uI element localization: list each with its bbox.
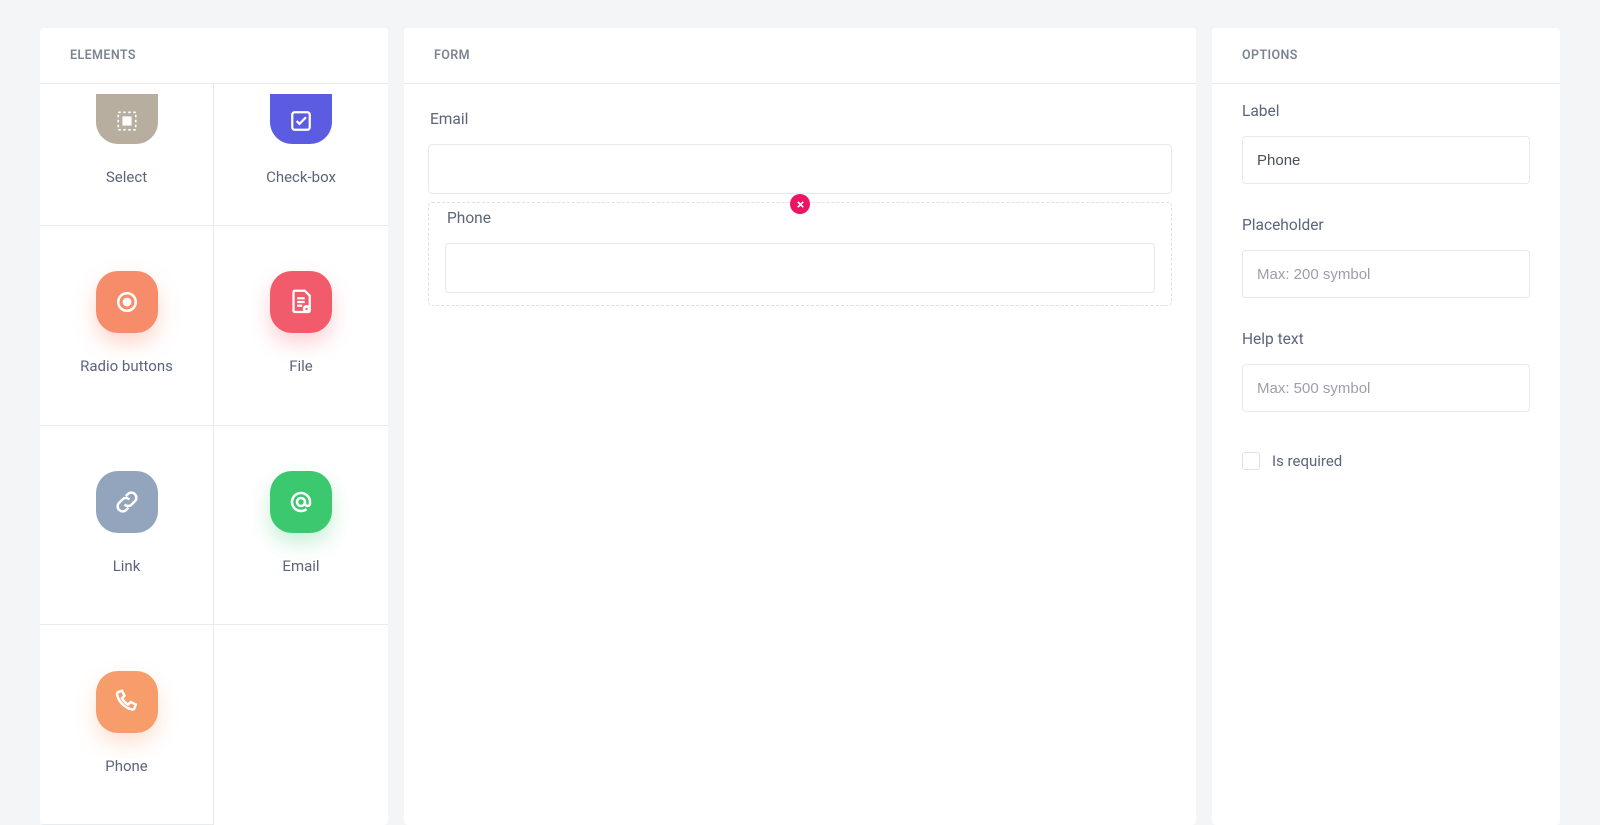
form-field-phone[interactable]: Phone bbox=[428, 202, 1172, 306]
element-link[interactable]: Link bbox=[40, 426, 214, 626]
phone-input[interactable] bbox=[445, 243, 1155, 293]
element-radio[interactable]: Radio buttons bbox=[40, 226, 214, 426]
option-required-label: Is required bbox=[1272, 452, 1342, 470]
file-icon bbox=[270, 271, 332, 333]
elements-panel-title: ELEMENTS bbox=[40, 28, 388, 84]
element-select[interactable]: Select bbox=[40, 84, 214, 226]
field-label: Email bbox=[428, 110, 1172, 128]
link-icon bbox=[96, 471, 158, 533]
radio-icon bbox=[96, 271, 158, 333]
option-placeholder-label: Placeholder bbox=[1242, 216, 1530, 234]
delete-field-button[interactable] bbox=[790, 194, 810, 214]
element-label: Email bbox=[282, 557, 319, 575]
select-icon bbox=[96, 94, 158, 144]
phone-icon bbox=[96, 671, 158, 733]
elements-panel: ELEMENTS Select Check-box Radio buttons bbox=[40, 28, 388, 825]
option-required-checkbox[interactable] bbox=[1242, 452, 1260, 470]
email-input[interactable] bbox=[428, 144, 1172, 194]
element-label: Phone bbox=[105, 757, 148, 775]
element-label: Select bbox=[106, 168, 147, 186]
form-field-email[interactable]: Email bbox=[428, 92, 1172, 196]
element-label: Link bbox=[113, 557, 141, 575]
elements-grid: Select Check-box Radio buttons File bbox=[40, 84, 388, 825]
option-label-input[interactable] bbox=[1242, 136, 1530, 184]
element-email[interactable]: Email bbox=[214, 426, 388, 626]
option-helptext-input[interactable] bbox=[1242, 364, 1530, 412]
option-label-label: Label bbox=[1242, 102, 1530, 120]
element-file[interactable]: File bbox=[214, 226, 388, 426]
options-panel-title: OPTIONS bbox=[1212, 28, 1560, 84]
option-required-row: Is required bbox=[1242, 452, 1530, 470]
form-panel: FORM Email Phone bbox=[404, 28, 1196, 825]
options-panel: OPTIONS Label Placeholder Help text Is r… bbox=[1212, 28, 1560, 825]
element-checkbox[interactable]: Check-box bbox=[214, 84, 388, 226]
element-label: File bbox=[289, 357, 313, 375]
option-placeholder-input[interactable] bbox=[1242, 250, 1530, 298]
option-helptext-label: Help text bbox=[1242, 330, 1530, 348]
element-empty bbox=[214, 625, 388, 825]
element-label: Radio buttons bbox=[80, 357, 173, 375]
email-icon bbox=[270, 471, 332, 533]
close-icon bbox=[796, 200, 805, 209]
form-canvas[interactable]: Email Phone bbox=[404, 84, 1196, 825]
checkbox-icon bbox=[270, 94, 332, 144]
element-label: Check-box bbox=[266, 168, 336, 186]
form-panel-title: FORM bbox=[404, 28, 1196, 84]
form-field-phone-wrapper: Phone bbox=[428, 202, 1172, 306]
element-phone[interactable]: Phone bbox=[40, 625, 214, 825]
